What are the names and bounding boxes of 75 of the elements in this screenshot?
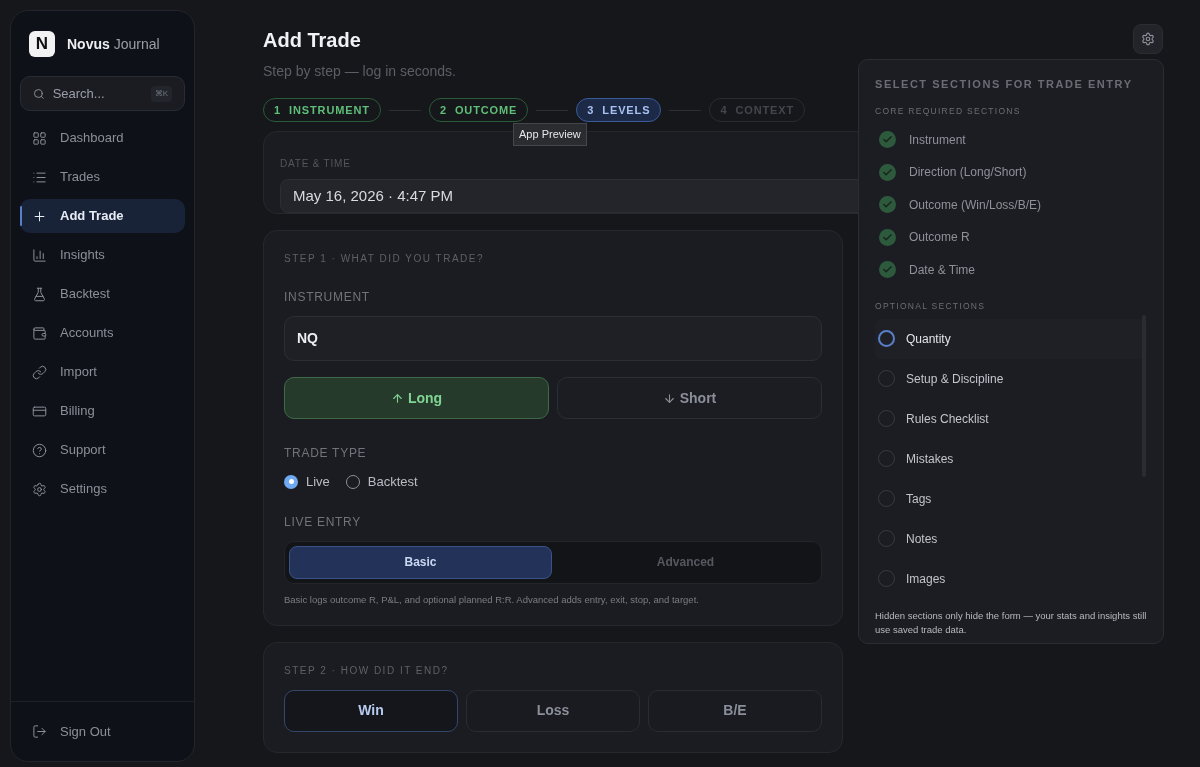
- outcome-button[interactable]: B/E: [648, 689, 822, 732]
- sign-out-icon: [32, 724, 47, 739]
- plus-icon: [32, 208, 47, 224]
- segment-tab[interactable]: Basic: [289, 545, 552, 579]
- instrument-field[interactable]: NQ: [284, 316, 822, 361]
- nav-item[interactable]: Accounts: [20, 316, 185, 350]
- section-label: Outcome R: [909, 229, 970, 246]
- section-label: Direction (Long/Short): [909, 164, 1027, 181]
- check-icon[interactable]: [879, 163, 896, 181]
- link-icon: [32, 364, 47, 380]
- wallet-icon: [32, 325, 47, 341]
- list-icon: [32, 169, 47, 185]
- direction-button[interactable]: Long: [284, 377, 549, 419]
- step-chip[interactable]: 3 LEVELS: [576, 98, 662, 122]
- outcome-button[interactable]: Loss: [466, 689, 640, 732]
- sign-out-link[interactable]: Sign Out: [60, 721, 111, 742]
- page-subtitle: Step by step — log in seconds.: [263, 62, 457, 81]
- field-label: TRADE TYPE: [284, 445, 368, 462]
- nav-item[interactable]: Insights: [20, 238, 185, 272]
- group-heading: CORE REQUIRED SECTIONS: [875, 104, 1022, 118]
- direction-button[interactable]: Short: [557, 377, 822, 419]
- nav-item[interactable]: Support: [20, 433, 185, 467]
- section-option[interactable]: Notes: [875, 518, 1147, 559]
- search-field[interactable]: Search...: [52, 83, 143, 104]
- section-option[interactable]: Images: [875, 558, 1147, 599]
- section-label: Outcome (Win/Loss/B/E): [909, 196, 1042, 214]
- nav-item[interactable]: Settings: [20, 472, 185, 506]
- field-label: INSTRUMENT: [284, 289, 371, 306]
- brand-suffix: Journal: [113, 34, 160, 54]
- check-icon[interactable]: [879, 261, 896, 278]
- section-label: Instrument: [909, 131, 966, 149]
- step-heading: STEP 1 · WHAT DID YOU TRADE?: [284, 252, 485, 266]
- check-icon[interactable]: [879, 228, 896, 246]
- check-icon[interactable]: [879, 196, 896, 213]
- settings-icon: [32, 481, 47, 497]
- radio-button[interactable]: [284, 474, 298, 489]
- footnote: Hidden sections only hide the form — your stats and insights still use saved trade data.: [875, 608, 1147, 637]
- nav-item[interactable]: Trades: [20, 160, 185, 194]
- section-option[interactable]: Setup & Discipline: [875, 358, 1147, 399]
- outcome-button[interactable]: Win: [284, 689, 458, 732]
- check-icon[interactable]: [879, 131, 896, 148]
- nav-item[interactable]: Import: [20, 355, 185, 389]
- empty-checkbox[interactable]: [878, 330, 895, 347]
- page-title: Add Trade: [263, 28, 362, 53]
- arrow-up-icon: [390, 391, 404, 405]
- card-icon: [32, 403, 47, 419]
- nav-item[interactable]: Add Trade: [20, 199, 185, 233]
- section-option[interactable]: Mistakes: [875, 438, 1147, 479]
- step-heading: STEP 2 · HOW DID IT END?: [284, 663, 450, 678]
- radio-label: Backtest: [367, 473, 418, 491]
- help-text: Basic logs outcome R, P&L, and optional planned R:R. Advanced adds entry, exit, stop, and target.: [284, 592, 700, 607]
- flask-icon: [32, 286, 47, 302]
- section-label: Date & Time: [909, 261, 976, 279]
- logo: N: [29, 31, 55, 57]
- settings-icon: [1141, 32, 1155, 46]
- section-option[interactable]: Tags: [875, 478, 1147, 519]
- field-label: DATE & TIME: [280, 157, 352, 171]
- popover-title: SELECT SECTIONS FOR TRADE ENTRY: [875, 77, 1134, 92]
- dashboard-icon: [32, 130, 47, 146]
- settings-button[interactable]: [1133, 24, 1163, 54]
- arrow-down-icon: [662, 391, 676, 405]
- search-icon: [33, 86, 45, 101]
- nav-item[interactable]: Billing: [20, 394, 185, 428]
- help-icon: [32, 442, 47, 458]
- radio-label: Live: [306, 473, 330, 491]
- shortcut-badge: ⌘K: [150, 85, 172, 102]
- section-option[interactable]: Quantity: [875, 318, 1147, 359]
- section-option[interactable]: Rules Checklist: [875, 398, 1147, 439]
- brand-name: Novus: [67, 34, 110, 54]
- tooltip: App Preview: [513, 123, 587, 146]
- field-label: LIVE ENTRY: [284, 513, 362, 531]
- bar-chart-icon: [32, 247, 47, 263]
- nav-item[interactable]: Backtest: [20, 277, 185, 311]
- group-heading: OPTIONAL SECTIONS: [875, 299, 987, 313]
- nav-item[interactable]: Dashboard: [20, 121, 185, 155]
